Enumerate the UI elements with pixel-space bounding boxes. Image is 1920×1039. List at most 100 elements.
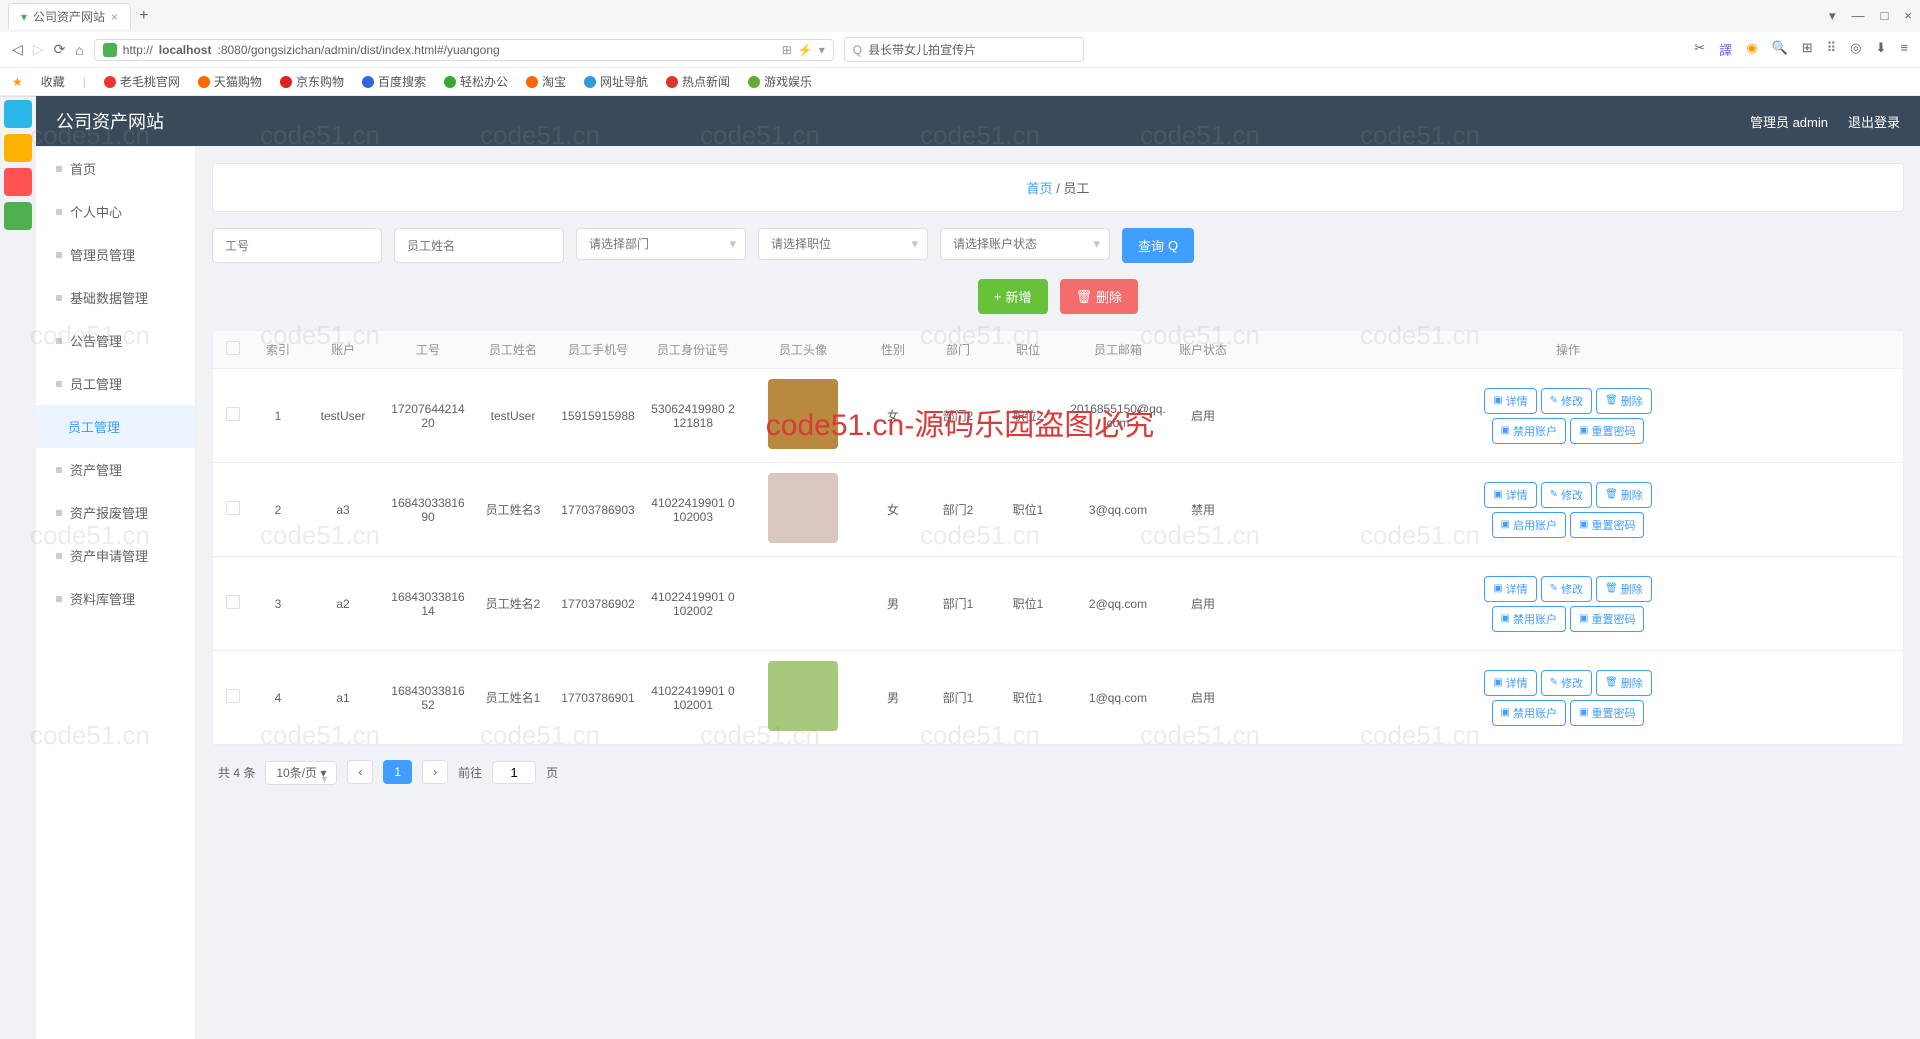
row-delete-button[interactable]: 🗑删除 [1596,576,1652,602]
bookmark-item[interactable]: 淘宝 [526,73,566,90]
menu-icon[interactable]: ≡ [1900,40,1908,59]
sidebar-item[interactable]: 基础数据管理 [36,276,195,319]
new-tab-button[interactable]: + [139,7,148,25]
edit-button[interactable]: ✎修改 [1541,670,1592,696]
forward-icon[interactable]: ▷ [33,41,44,58]
grid-icon[interactable]: ⠿ [1827,40,1837,59]
per-page-select[interactable]: 10条/页 ▾ [265,761,337,785]
bookmark-item[interactable]: 百度搜索 [362,73,426,90]
col-index: 索引 [253,331,303,368]
row-delete-button[interactable]: 🗑删除 [1596,670,1652,696]
sidebar-item[interactable]: 公告管理 [36,319,195,362]
home-icon[interactable]: ⌂ [75,42,83,58]
sidebar-item[interactable]: 员工管理 [36,405,195,448]
maximize-icon[interactable]: □ [1881,8,1889,24]
bookmark-item[interactable]: 轻松办公 [444,73,508,90]
bookmark-item[interactable]: 天猫购物 [198,73,262,90]
detail-button[interactable]: ▣详情 [1484,388,1536,414]
close-icon[interactable]: × [111,10,118,24]
qr-icon[interactable]: ⊞ [782,43,792,57]
sidebar-item[interactable]: 资料库管理 [36,577,195,620]
sidebar-item[interactable]: 资产报废管理 [36,491,195,534]
side-app-icon[interactable] [4,202,32,230]
globe-icon[interactable]: ◎ [1850,40,1861,59]
row-checkbox[interactable] [226,407,240,421]
logout-link[interactable]: 退出登录 [1848,112,1900,131]
detail-button[interactable]: ▣详情 [1484,670,1536,696]
reset-password-button[interactable]: ▣重置密码 [1570,700,1644,726]
add-button[interactable]: + 新增 [978,279,1048,314]
sidebar-item-label: 资料库管理 [70,589,135,608]
detail-button[interactable]: ▣详情 [1484,482,1536,508]
sidebar-item[interactable]: 资产申请管理 [36,534,195,577]
zoom-icon[interactable]: 🔍 [1772,40,1788,59]
reset-password-button[interactable]: ▣重置密码 [1570,418,1644,444]
reset-password-button[interactable]: ▣重置密码 [1570,512,1644,538]
url-input[interactable]: http://localhost:8080/gongsizichan/admin… [94,39,834,61]
query-button[interactable]: 查询 Q [1122,228,1194,263]
row-checkbox[interactable] [226,501,240,515]
shield2-icon[interactable]: ◉ [1746,40,1757,59]
edit-button[interactable]: ✎修改 [1541,576,1592,602]
minimize-icon[interactable]: — [1852,8,1865,24]
sidebar: 首页个人中心管理员管理基础数据管理公告管理员工管理员工管理资产管理资产报废管理资… [36,147,196,1039]
row-delete-button[interactable]: 🗑删除 [1596,388,1652,414]
bookmark-item[interactable]: 京东购物 [280,73,344,90]
side-app-icon[interactable] [4,168,32,196]
sidebar-item[interactable]: 首页 [36,147,195,190]
bookmark-icon [362,76,374,88]
cell-name: testUser [473,399,553,433]
browser-search-input[interactable]: Q 县长带女儿拍宣传片 [844,37,1084,62]
status-select[interactable] [940,228,1110,260]
translate-icon[interactable]: 譯 [1719,40,1732,59]
back-icon[interactable]: ◁ [12,41,23,58]
row-checkbox[interactable] [226,595,240,609]
name-input[interactable] [394,228,564,263]
toggle-account-button[interactable]: ▣启用账户 [1492,512,1566,538]
sidebar-item[interactable]: 个人中心 [36,190,195,233]
select-all-checkbox[interactable] [226,341,240,355]
edit-icon: ✎ [1550,677,1558,688]
sidebar-item[interactable]: 资产管理 [36,448,195,491]
delete-button[interactable]: 🗑 删除 [1060,279,1139,314]
side-app-icon[interactable] [4,100,32,128]
close-window-icon[interactable]: × [1904,8,1912,24]
cell-ops: ▣详情✎修改🗑删除 ▣禁用账户▣重置密码 [1233,376,1903,456]
row-delete-button[interactable]: 🗑删除 [1596,482,1652,508]
edit-button[interactable]: ✎修改 [1541,388,1592,414]
toggle-account-button[interactable]: ▣禁用账户 [1492,418,1566,444]
toggle-account-button[interactable]: ▣禁用账户 [1492,700,1566,726]
position-select[interactable] [758,228,928,260]
flash-icon[interactable]: ⚡ [798,43,813,57]
row-checkbox[interactable] [226,689,240,703]
bookmark-item[interactable]: 网址导航 [584,73,648,90]
reset-password-button[interactable]: ▣重置密码 [1570,606,1644,632]
side-app-icon[interactable] [4,134,32,162]
bookmark-item[interactable]: 老毛桃官网 [104,73,180,90]
dept-select[interactable] [576,228,746,260]
breadcrumb-home[interactable]: 首页 [1027,181,1053,196]
download-icon[interactable]: ⬇ [1876,40,1887,59]
next-page-button[interactable]: › [422,760,448,784]
window-menu-icon[interactable]: ▾ [1829,8,1836,24]
sidebar-item-label: 员工管理 [68,417,120,436]
sidebar-item[interactable]: 员工管理 [36,362,195,405]
jobno-input[interactable] [212,228,382,263]
admin-label[interactable]: 管理员 admin [1750,112,1828,131]
prev-page-button[interactable]: ‹ [347,760,373,784]
goto-page-input[interactable] [492,761,536,784]
breadcrumb: 首页 / 员工 [212,163,1904,212]
bookmark-item[interactable]: 游戏娱乐 [748,73,812,90]
scissors-icon[interactable]: ✂ [1694,40,1705,59]
browser-tab[interactable]: ▾ 公司资产网站 × [8,3,131,29]
page-number-button[interactable]: 1 [383,760,412,784]
edit-button[interactable]: ✎修改 [1541,482,1592,508]
puzzle-icon[interactable]: ⊞ [1802,40,1813,59]
bookmark-item[interactable]: 热点新闻 [666,73,730,90]
sidebar-item[interactable]: 管理员管理 [36,233,195,276]
detail-button[interactable]: ▣详情 [1484,576,1536,602]
dropdown-icon[interactable]: ▾ [819,43,825,57]
reload-icon[interactable]: ⟳ [54,41,66,58]
toggle-account-button[interactable]: ▣禁用账户 [1492,606,1566,632]
url-host: localhost [159,43,212,57]
